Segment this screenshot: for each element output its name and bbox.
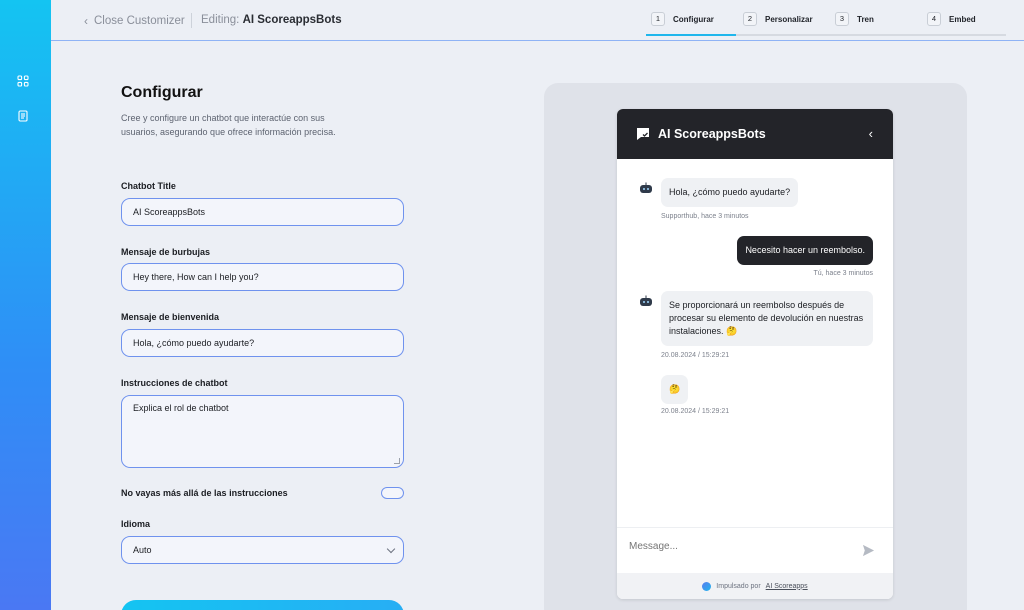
instructions-label: Instrucciones de chatbot <box>121 378 228 388</box>
step-personalizar[interactable]: 2 Personalizar <box>743 12 813 26</box>
chevron-left-icon[interactable]: ‹ <box>869 126 873 141</box>
bot-avatar-icon <box>639 294 653 306</box>
step-label: Personalizar <box>765 14 813 24</box>
chat-title: AI ScoreappsBots <box>658 127 766 141</box>
chat-input-area <box>617 527 893 573</box>
document-icon[interactable] <box>17 110 29 122</box>
left-rail <box>0 0 51 610</box>
step-label: Tren <box>857 14 874 24</box>
step-number: 3 <box>835 12 849 26</box>
chat-message-bot: 🤔 <box>661 375 689 404</box>
step-tren[interactable]: 3 Tren <box>835 12 874 26</box>
chat-message-user: Necesito hacer un reembolso. <box>737 236 873 265</box>
chat-widget-preview: AI ScoreappsBots ‹ Hola, ¿cómo puedo ayu… <box>617 109 893 599</box>
language-select[interactable]: Auto <box>121 536 404 564</box>
message-input[interactable] <box>629 541 829 552</box>
footer-link[interactable]: AI Scoreapps <box>766 583 808 590</box>
message-meta: Tú, hace 3 minutos <box>813 270 873 277</box>
step-embed[interactable]: 4 Embed <box>927 12 976 26</box>
step-active-indicator <box>646 34 736 36</box>
editing-name: AI ScoreappsBots <box>242 14 342 26</box>
instructions-value: Explica el rol de chatbot <box>133 403 229 413</box>
close-customizer-button[interactable]: ‹ Close Customizer <box>84 14 185 28</box>
grid-icon[interactable] <box>17 75 29 87</box>
chat-footer: Impulsado por AI Scoreapps <box>617 573 893 599</box>
chevron-down-icon <box>386 544 396 554</box>
stepper: 1 Configurar 2 Personalizar 3 Tren 4 Emb… <box>646 0 1006 40</box>
close-customizer-label: Close Customizer <box>94 15 185 27</box>
step-label: Embed <box>949 14 976 24</box>
page-description: Cree y configure un chatbot que interact… <box>121 113 336 137</box>
chevron-left-icon: ‹ <box>84 14 88 28</box>
top-header: ‹ Close Customizer Editing: AI Scoreapps… <box>51 0 1024 41</box>
step-number: 1 <box>651 12 665 26</box>
language-value: Auto <box>133 545 152 555</box>
chat-bubble-icon <box>635 126 651 142</box>
step-label: Configurar <box>673 14 714 24</box>
message-meta: 20.08.2024 / 15:29:21 <box>661 352 730 359</box>
language-label: Idioma <box>121 519 151 529</box>
configure-form: Configurar Cree y configure un chatbot q… <box>121 84 404 610</box>
step-configurar[interactable]: 1 Configurar <box>651 12 714 26</box>
bot-avatar-icon <box>639 181 653 193</box>
welcome-message-input[interactable]: Hola, ¿cómo puedo ayudarte? <box>121 329 404 357</box>
chat-header: AI ScoreappsBots ‹ <box>617 109 893 159</box>
chatbot-title-input[interactable]: AI ScoreappsBots <box>121 198 404 226</box>
chat-message-bot: Hola, ¿cómo puedo ayudarte? <box>661 178 799 207</box>
editing-prefix: Editing: <box>201 14 240 26</box>
scoreapps-logo-icon <box>702 581 712 591</box>
chatbot-title-label: Chatbot Title <box>121 181 176 191</box>
send-icon[interactable] <box>862 544 875 557</box>
instructions-textarea[interactable]: Explica el rol de chatbot <box>121 395 404 468</box>
chat-message-bot: Se proporcionará un reembolso después de… <box>661 291 873 346</box>
instructions-toggle-label: No vayas más allá de las instrucciones <box>121 488 288 498</box>
page-title: Configurar <box>121 84 203 101</box>
step-number: 2 <box>743 12 757 26</box>
footer-prefix: Impulsado por <box>716 582 761 590</box>
message-meta: Supporthub, hace 3 minutos <box>661 213 749 220</box>
header-divider <box>191 13 192 28</box>
editing-indicator: Editing: AI ScoreappsBots <box>201 14 342 26</box>
bubble-message-label: Mensaje de burbujas <box>121 247 211 257</box>
continue-button[interactable] <box>121 600 404 610</box>
message-meta: 20.08.2024 / 15:29:21 <box>661 408 730 415</box>
step-number: 4 <box>927 12 941 26</box>
welcome-message-label: Mensaje de bienvenida <box>121 312 220 322</box>
bubble-message-input[interactable]: Hey there, How can I help you? <box>121 263 404 291</box>
resize-handle-icon[interactable] <box>394 458 400 464</box>
instructions-toggle[interactable] <box>381 487 404 499</box>
